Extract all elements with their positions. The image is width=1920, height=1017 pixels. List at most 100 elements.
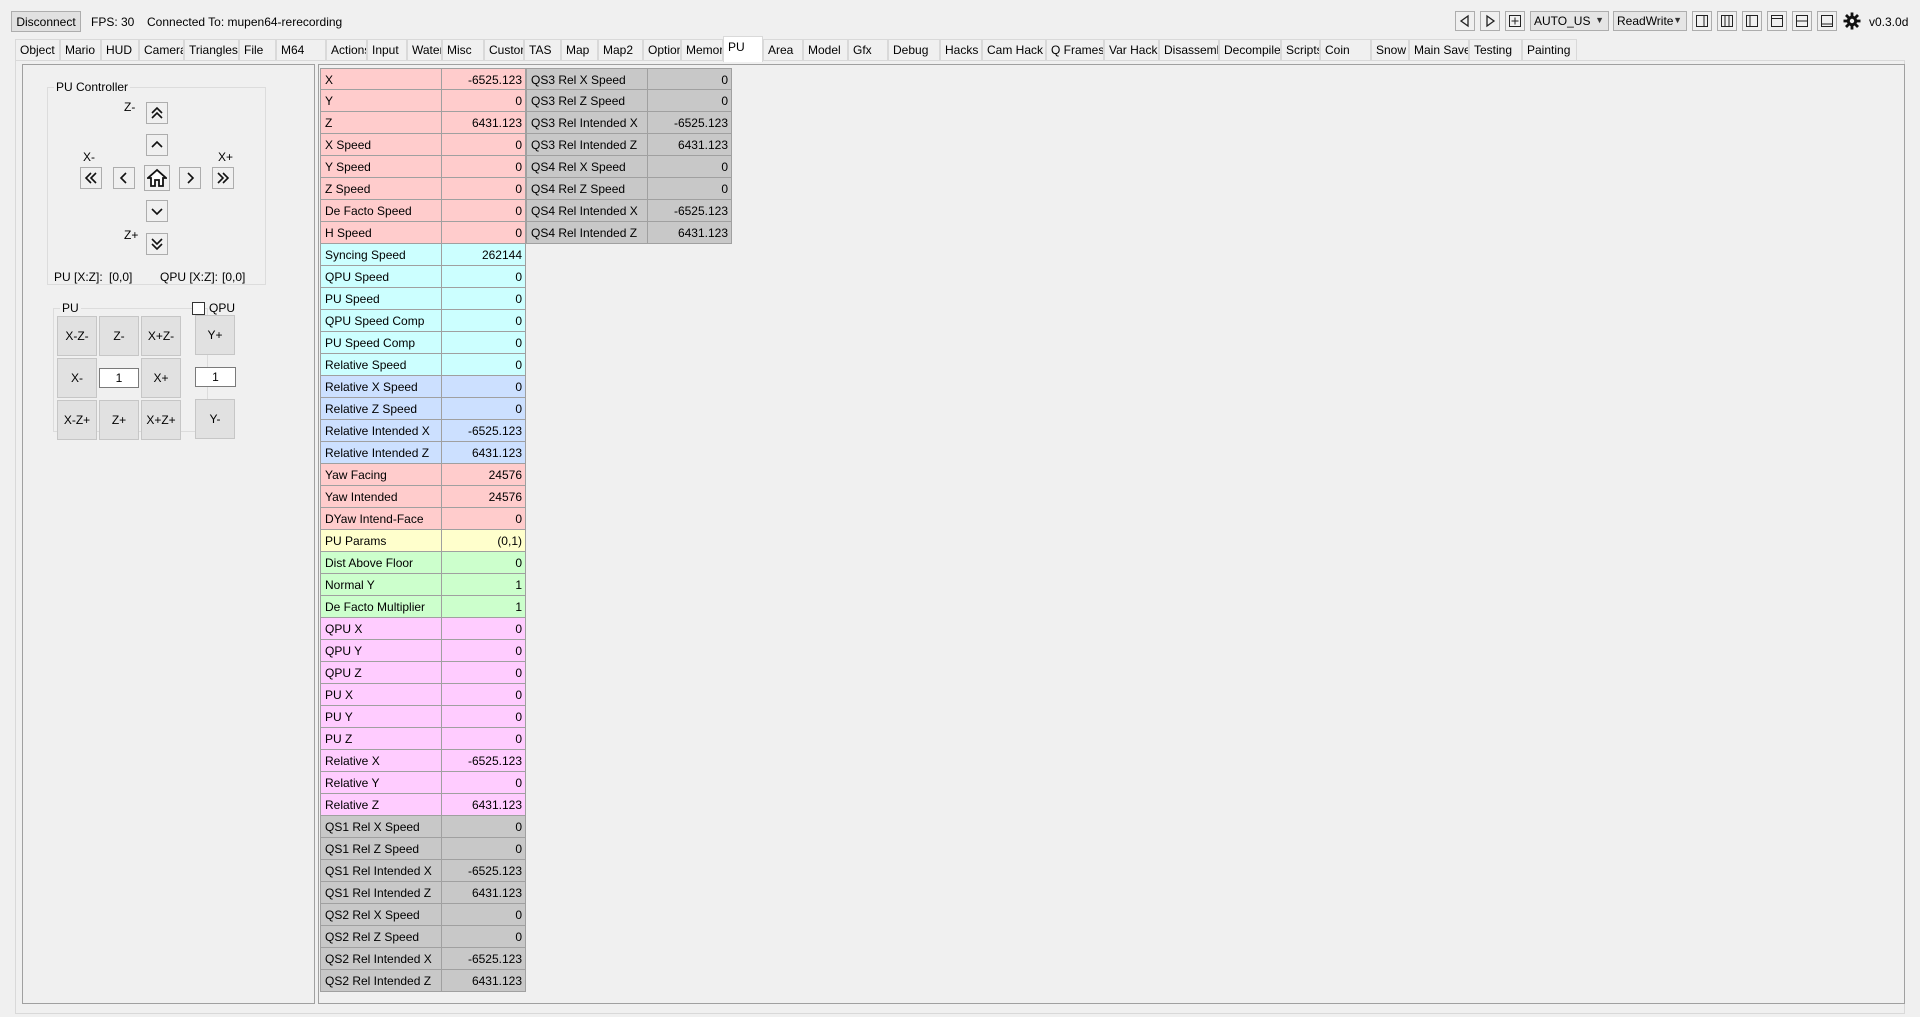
tab-scripts[interactable]: Scripts: [1281, 39, 1320, 61]
variable-value-cell[interactable]: 0: [442, 354, 526, 375]
tab-debug[interactable]: Debug: [888, 39, 940, 61]
variable-value-cell[interactable]: 0: [442, 618, 526, 639]
access-mode-select[interactable]: ReadWrite ▼: [1613, 11, 1687, 31]
tab-snow[interactable]: Snow: [1371, 39, 1409, 61]
variable-row[interactable]: QPU Speed Comp 0: [320, 310, 526, 332]
variable-row[interactable]: De Facto Speed 0: [320, 200, 526, 222]
variable-value-cell[interactable]: 6431.123: [442, 882, 526, 903]
layout-4-icon[interactable]: [1767, 11, 1787, 31]
variable-value-cell[interactable]: 0: [442, 772, 526, 793]
variable-value-cell[interactable]: 262144: [442, 244, 526, 265]
variable-value-cell[interactable]: 0: [442, 552, 526, 573]
variable-value-cell[interactable]: 1: [442, 596, 526, 617]
variable-value-cell[interactable]: 0: [442, 838, 526, 859]
variable-row[interactable]: Z Speed 0: [320, 178, 526, 200]
variable-row[interactable]: QS4 Rel Intended Z 6431.123: [526, 222, 732, 244]
variable-value-cell[interactable]: 0: [442, 816, 526, 837]
y-minus-button[interactable]: Y-: [195, 399, 235, 439]
variable-value-cell[interactable]: 0: [442, 222, 526, 243]
tab-pu[interactable]: PU: [723, 36, 763, 62]
variable-value-cell[interactable]: 0: [648, 178, 732, 199]
variable-value-cell[interactable]: 0: [442, 662, 526, 683]
variable-value-cell[interactable]: 0: [442, 332, 526, 353]
x-plus-far-button[interactable]: [212, 167, 234, 189]
variable-row[interactable]: Relative Z 6431.123: [320, 794, 526, 816]
variable-value-cell[interactable]: 0: [442, 728, 526, 749]
tab-coin[interactable]: Coin: [1320, 39, 1371, 61]
tab-options[interactable]: Options: [643, 39, 681, 61]
variable-value-cell[interactable]: 0: [442, 178, 526, 199]
variable-row[interactable]: QS2 Rel Intended X -6525.123: [320, 948, 526, 970]
variable-row[interactable]: Dist Above Floor 0: [320, 552, 526, 574]
variable-row[interactable]: X -6525.123: [320, 68, 526, 90]
back-arrow-icon[interactable]: [1455, 11, 1475, 31]
tab-water[interactable]: Water: [407, 39, 442, 61]
layout-5-icon[interactable]: [1792, 11, 1812, 31]
variable-row[interactable]: QS1 Rel Intended X -6525.123: [320, 860, 526, 882]
variable-value-cell[interactable]: 0: [648, 156, 732, 177]
variable-row[interactable]: Relative Z Speed 0: [320, 398, 526, 420]
z-plus-button[interactable]: [146, 200, 168, 222]
tab-q-frames[interactable]: Q Frames: [1046, 39, 1104, 61]
z-minus-button[interactable]: Z-: [99, 316, 139, 356]
tab-model[interactable]: Model: [803, 39, 848, 61]
variable-value-cell[interactable]: 0: [442, 684, 526, 705]
variable-value-cell[interactable]: 6431.123: [648, 222, 732, 243]
variable-value-cell[interactable]: 0: [442, 508, 526, 529]
variable-value-cell[interactable]: 0: [442, 288, 526, 309]
disconnect-button[interactable]: Disconnect: [11, 11, 81, 32]
variable-row[interactable]: QS4 Rel X Speed 0: [526, 156, 732, 178]
variable-row[interactable]: QS3 Rel Z Speed 0: [526, 90, 732, 112]
variable-row[interactable]: Y Speed 0: [320, 156, 526, 178]
tab-triangles[interactable]: Triangles: [184, 39, 239, 61]
variable-value-cell[interactable]: 0: [442, 376, 526, 397]
x-minus-z-plus-button[interactable]: X-Z+: [57, 400, 97, 440]
x-minus-z-minus-button[interactable]: X-Z-: [57, 316, 97, 356]
variable-row[interactable]: PU Y0: [320, 706, 526, 728]
variable-row[interactable]: QS1 Rel Z Speed 0: [320, 838, 526, 860]
variable-value-cell[interactable]: 1: [442, 574, 526, 595]
tab-map[interactable]: Map: [561, 39, 598, 61]
tab-object[interactable]: Object: [15, 39, 60, 61]
variable-row[interactable]: QS2 Rel Intended Z 6431.123: [320, 970, 526, 992]
region-select[interactable]: AUTO_US ▼: [1530, 11, 1609, 31]
variable-value-cell[interactable]: -6525.123: [442, 750, 526, 771]
home-button[interactable]: [144, 165, 170, 191]
variable-row[interactable]: QPU X0: [320, 618, 526, 640]
x-minus-far-button[interactable]: [80, 167, 102, 189]
x-minus-button[interactable]: [113, 167, 135, 189]
z-plus-button[interactable]: Z+: [99, 400, 139, 440]
x-plus-z-minus-button[interactable]: X+Z-: [141, 316, 181, 356]
layout-1-icon[interactable]: [1692, 11, 1712, 31]
variable-value-cell[interactable]: 0: [442, 90, 526, 111]
variable-value-cell[interactable]: 0: [442, 706, 526, 727]
variable-row[interactable]: QPU Speed 0: [320, 266, 526, 288]
tab-file[interactable]: File: [239, 39, 276, 61]
tab-main-save[interactable]: Main Save: [1409, 39, 1469, 61]
z-minus-far-button[interactable]: [146, 102, 168, 124]
tab-area[interactable]: Area: [763, 39, 803, 61]
variable-row[interactable]: QS2 Rel X Speed 0: [320, 904, 526, 926]
variable-row[interactable]: PU X0: [320, 684, 526, 706]
variable-value-cell[interactable]: 0: [442, 926, 526, 947]
variable-value-cell[interactable]: -6525.123: [442, 948, 526, 969]
variable-row[interactable]: Yaw Facing 24576: [320, 464, 526, 486]
layout-2-icon[interactable]: [1717, 11, 1737, 31]
variable-value-cell[interactable]: 0: [442, 156, 526, 177]
tab-map2[interactable]: Map2: [598, 39, 643, 61]
tab-memory[interactable]: Memory: [681, 39, 723, 61]
xz-step-input[interactable]: 1: [99, 368, 139, 388]
variable-value-cell[interactable]: 0: [442, 266, 526, 287]
variable-value-cell[interactable]: 0: [648, 90, 732, 111]
variable-row[interactable]: QPU Z0: [320, 662, 526, 684]
tab-var-hack[interactable]: Var Hack: [1104, 39, 1159, 61]
variable-row[interactable]: Relative Speed 0: [320, 354, 526, 376]
variable-value-cell[interactable]: 0: [442, 200, 526, 221]
variable-row[interactable]: QS4 Rel Z Speed 0: [526, 178, 732, 200]
variable-value-cell[interactable]: (0,1): [442, 530, 526, 551]
variable-row[interactable]: De Facto Multiplier 1: [320, 596, 526, 618]
variable-row[interactable]: QS1 Rel Intended Z 6431.123: [320, 882, 526, 904]
variable-value-cell[interactable]: 24576: [442, 464, 526, 485]
tab-tas[interactable]: TAS: [524, 39, 561, 61]
layout-6-icon[interactable]: [1817, 11, 1837, 31]
